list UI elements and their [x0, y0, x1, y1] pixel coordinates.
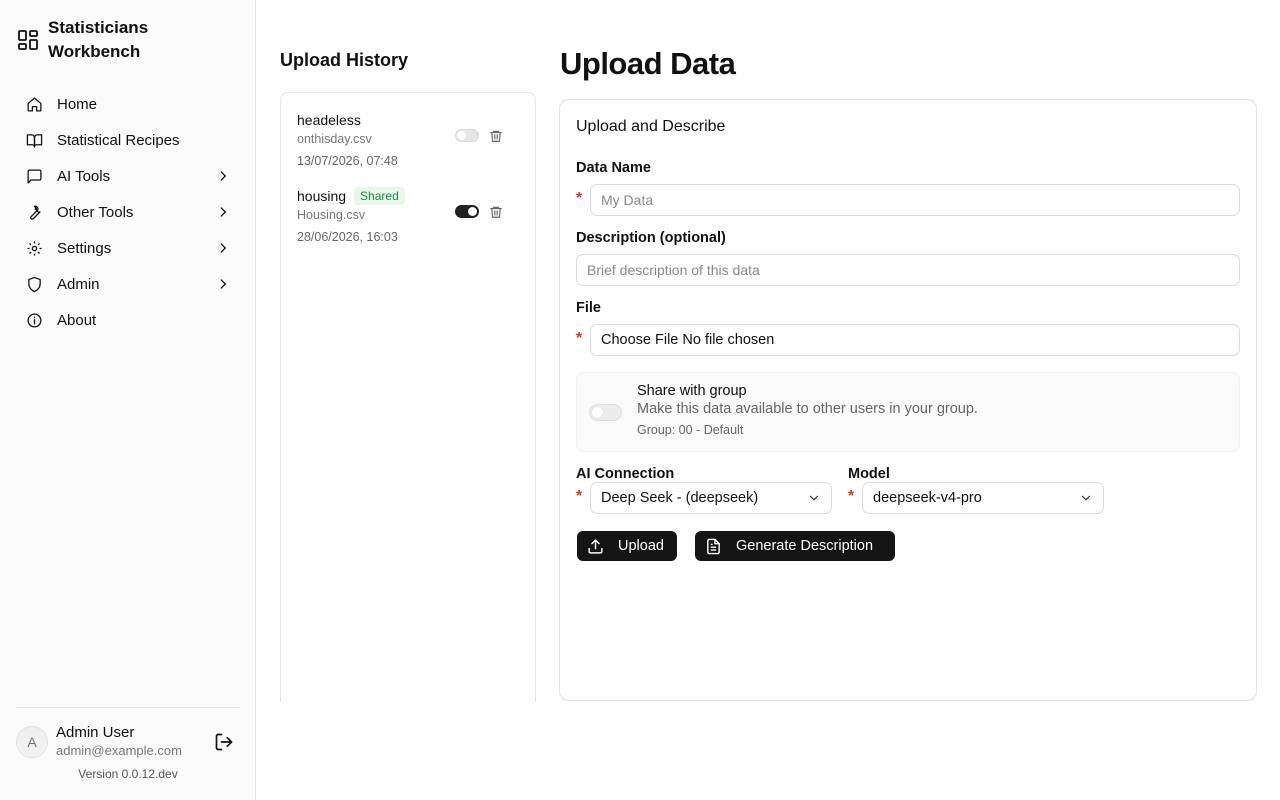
required-marker: * [576, 190, 583, 207]
user-profile: A Admin User admin@example.com [16, 720, 240, 764]
sidebar-item-label: AI Tools [57, 167, 111, 185]
sidebar-nav: Home Statistical Recipes AI Tools Other … [16, 86, 240, 338]
required-marker: * [848, 488, 855, 505]
sidebar-item-other-tools[interactable]: Other Tools [16, 194, 240, 230]
history-item[interactable]: housing Shared Housing.csv 28/06/2026, 1… [297, 185, 519, 255]
history-item[interactable]: headeless onthisday.csv 13/07/2026, 07:4… [297, 109, 519, 179]
document-icon [707, 538, 720, 554]
upload-button-label: Upload [618, 538, 664, 554]
history-item-file: onthisday.csv [297, 132, 372, 146]
description-input[interactable] [576, 254, 1240, 286]
sidebar-item-ai-tools[interactable]: AI Tools [16, 158, 240, 194]
upload-button[interactable]: Upload [577, 531, 677, 561]
history-item-date: 28/06/2026, 16:03 [297, 230, 398, 244]
sidebar-item-label: Home [57, 95, 98, 113]
gear-icon [27, 240, 42, 256]
share-group: Group: 00 - Default [637, 423, 744, 437]
data-name-label: Data Name [576, 160, 651, 176]
chevron-down-icon [1081, 495, 1091, 501]
required-marker: * [576, 330, 583, 347]
generate-description-button[interactable]: Generate Description [695, 531, 895, 561]
chevron-right-icon [220, 207, 227, 217]
history-item-file: Housing.csv [297, 208, 366, 222]
choose-file-button[interactable]: Choose File [601, 332, 678, 348]
generate-description-label: Generate Description [736, 538, 874, 554]
ai-connection-value: Deep Seek - (deepseek) [601, 490, 759, 506]
card-title: Upload and Describe [576, 118, 726, 135]
user-info: Admin User admin@example.com [56, 724, 214, 760]
history-item-name: housing [297, 188, 347, 204]
trash-icon[interactable] [489, 205, 503, 219]
required-marker: * [576, 488, 583, 505]
chevron-down-icon [809, 495, 819, 501]
sidebar-item-label: Settings [57, 239, 112, 257]
description-label: Description (optional) [576, 230, 726, 246]
home-icon [27, 96, 42, 112]
sidebar-item-label: Other Tools [57, 203, 134, 221]
logout-icon[interactable] [214, 732, 234, 752]
info-icon [27, 312, 42, 328]
app-title: Statisticians Workbench [48, 18, 149, 61]
model-label: Model [848, 466, 890, 482]
sidebar-item-label: Admin [57, 275, 100, 293]
data-name-input[interactable] [590, 184, 1240, 216]
file-status: No file chosen [682, 332, 775, 348]
chevron-right-icon [220, 171, 227, 181]
share-with-group-box: Share with group Make this data availabl… [576, 372, 1240, 452]
sidebar: Statisticians Workbench Home Statistical… [0, 0, 256, 800]
brand[interactable]: Statisticians Workbench [16, 16, 236, 64]
app-version: Version 0.0.12.dev [78, 767, 178, 781]
upload-icon [588, 538, 603, 554]
model-value: deepseek-v4-pro [873, 490, 982, 506]
user-name: Admin User [56, 724, 135, 741]
file-label: File [576, 300, 601, 316]
chevron-right-icon [220, 243, 227, 253]
avatar[interactable]: A [16, 726, 48, 758]
share-with-group-toggle[interactable] [589, 404, 622, 421]
model-select[interactable]: deepseek-v4-pro [862, 482, 1104, 514]
sidebar-item-admin[interactable]: Admin [16, 266, 240, 302]
sidebar-divider [16, 707, 240, 708]
file-input[interactable]: Choose File No file chosen [590, 324, 1240, 356]
sidebar-item-statistical-recipes[interactable]: Statistical Recipes [16, 122, 240, 158]
share-toggle[interactable] [455, 205, 479, 218]
history-item-name: headeless [297, 112, 361, 128]
shield-icon [28, 276, 41, 292]
share-title: Share with group [637, 383, 747, 399]
upload-card: Upload and Describe Data Name * Descript… [559, 99, 1257, 701]
shared-badge: Shared [354, 187, 405, 205]
history-item-date: 13/07/2026, 07:48 [297, 154, 398, 168]
ai-connection-select[interactable]: Deep Seek - (deepseek) [590, 482, 832, 514]
upload-history-panel: headeless onthisday.csv 13/07/2026, 07:4… [280, 92, 536, 702]
share-description: Make this data available to other users … [637, 401, 978, 417]
upload-history-title: Upload History [280, 50, 409, 70]
ai-connection-label: AI Connection [576, 466, 675, 482]
user-email: admin@example.com [56, 743, 182, 758]
chat-icon [27, 168, 42, 184]
dashboard-icon [18, 30, 38, 50]
sidebar-item-home[interactable]: Home [16, 86, 240, 122]
chevron-right-icon [220, 279, 227, 289]
sidebar-item-about[interactable]: About [16, 302, 240, 338]
book-icon [26, 133, 43, 148]
sidebar-item-label: Statistical Recipes [57, 131, 180, 149]
page-title: Upload Data [560, 46, 736, 81]
wrench-icon [30, 205, 41, 220]
share-toggle[interactable] [455, 129, 479, 142]
sidebar-item-label: About [57, 311, 97, 329]
trash-icon[interactable] [489, 129, 503, 143]
sidebar-item-settings[interactable]: Settings [16, 230, 240, 266]
